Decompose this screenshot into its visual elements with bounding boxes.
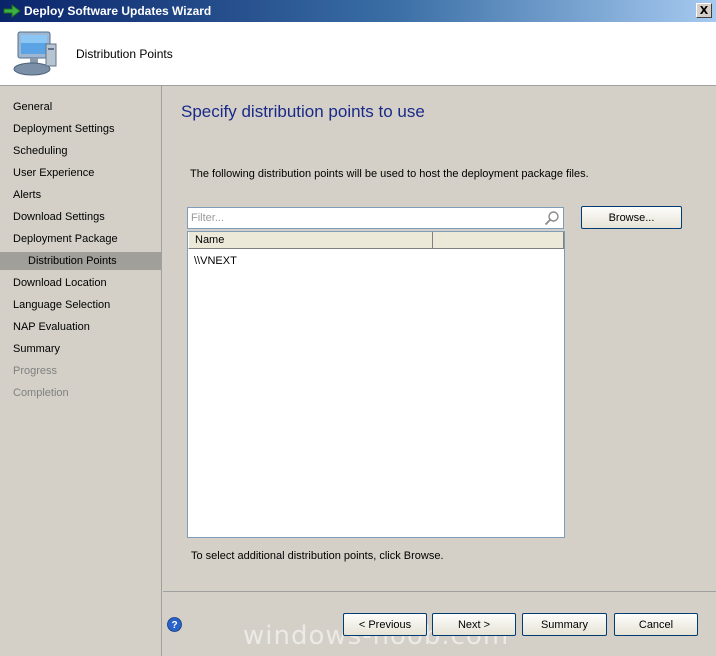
sidebar-item-deployment-package[interactable]: Deployment Package xyxy=(0,230,161,248)
sidebar-item-nap-evaluation[interactable]: NAP Evaluation xyxy=(0,318,161,336)
sidebar-item-download-settings[interactable]: Download Settings xyxy=(0,208,161,226)
help-icon[interactable]: ? xyxy=(167,617,182,632)
close-icon: X xyxy=(699,4,709,17)
sidebar-item-deployment-settings[interactable]: Deployment Settings xyxy=(0,120,161,138)
distribution-points-list[interactable]: Name \\VNEXT xyxy=(187,231,565,538)
summary-button[interactable]: Summary xyxy=(522,613,607,636)
list-item[interactable]: \\VNEXT xyxy=(194,253,237,269)
sidebar-item-general[interactable]: General xyxy=(0,98,161,116)
sidebar-item-completion: Completion xyxy=(13,387,69,399)
sidebar-item-download-location[interactable]: Download Location xyxy=(0,274,161,292)
browse-hint: To select additional distribution points… xyxy=(191,550,444,562)
filter-input[interactable] xyxy=(188,208,528,228)
close-button[interactable]: X xyxy=(696,3,712,18)
browse-button[interactable]: Browse... xyxy=(581,206,682,229)
sidebar-item-distribution-points[interactable]: Distribution Points xyxy=(0,252,161,270)
previous-button[interactable]: < Previous xyxy=(343,613,427,636)
wizard-sidebar: General Deployment Settings Scheduling User… xyxy=(0,86,162,656)
sidebar-item-scheduling[interactable]: Scheduling xyxy=(0,142,161,160)
header-title: Distribution Points xyxy=(76,47,173,61)
next-button[interactable]: Next > xyxy=(432,613,516,636)
cancel-button[interactable]: Cancel xyxy=(614,613,698,636)
footer-divider xyxy=(163,591,716,592)
column-header-name[interactable]: Name xyxy=(188,232,433,249)
sidebar-item-alerts[interactable]: Alerts xyxy=(0,186,161,204)
sidebar-item-language-selection[interactable]: Language Selection xyxy=(0,296,161,314)
window-title: Deploy Software Updates Wizard xyxy=(24,4,212,18)
title-bar: Deploy Software Updates Wizard X xyxy=(0,0,716,22)
filter-box[interactable] xyxy=(187,207,564,229)
wizard-content: Specify distribution points to use The f… xyxy=(163,86,716,656)
page-title: Specify distribution points to use xyxy=(181,102,425,121)
page-description: The following distribution points will b… xyxy=(190,168,589,180)
column-header-empty[interactable] xyxy=(433,232,564,249)
sidebar-item-summary[interactable]: Summary xyxy=(0,340,161,358)
wizard-arrow-icon xyxy=(3,4,21,18)
sidebar-item-user-experience[interactable]: User Experience xyxy=(0,164,161,182)
search-icon[interactable] xyxy=(544,210,560,226)
svg-text:?: ? xyxy=(171,620,177,631)
computer-icon xyxy=(13,31,57,76)
sidebar-item-progress: Progress xyxy=(13,365,58,377)
wizard-header: Distribution Points xyxy=(0,22,716,86)
